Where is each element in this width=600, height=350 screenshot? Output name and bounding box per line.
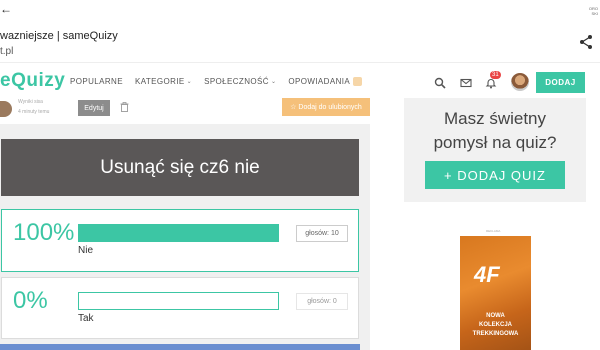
chevron-down-icon: ⌄ xyxy=(186,79,193,85)
advertisement[interactable]: 4F NOWA KOLEKCJA TREKKINGOWA xyxy=(460,236,531,350)
poll-question: Usunąć się cz6 nie xyxy=(1,139,359,196)
answer-percent: 0% xyxy=(13,287,48,314)
nav-item-kategorie[interactable]: KATEGORIE ⌄ xyxy=(135,77,192,86)
tab-title: wazniejsze | sameQuizy xyxy=(0,30,118,42)
quiz-meta: Wyniki sisa 4 minuty temu Edytuj ☆ Dodaj… xyxy=(0,98,370,124)
add-to-favorites-button[interactable]: ☆ Dodaj do ulubionych xyxy=(282,98,370,116)
back-icon[interactable]: ← xyxy=(0,2,12,16)
corner-logo: ORO SKI xyxy=(588,6,598,16)
edit-button[interactable]: Edytuj xyxy=(78,100,110,116)
vote-count: głosów: 10 xyxy=(296,225,348,242)
avatar[interactable] xyxy=(511,73,529,91)
nav-item-opowiadania[interactable]: OPOWIADANIA xyxy=(288,77,363,86)
mail-icon[interactable] xyxy=(460,77,472,89)
answer-percent: 100% xyxy=(13,219,75,246)
answer-progress-bar xyxy=(78,224,279,242)
page-title: Usunąć się cz6 nie xyxy=(100,156,260,178)
nav-item-popularne[interactable]: POPULARNE xyxy=(70,77,123,86)
add-button[interactable]: DODAJ xyxy=(536,72,585,93)
browser-chrome: ← ORO SKI wazniejsze | sameQuizy t.pl xyxy=(0,0,600,62)
ad-label: REKLAMA xyxy=(486,229,501,233)
main-nav: POPULARNE KATEGORIE ⌄ SPOŁECZNOŚĆ ⌄ OPOW… xyxy=(70,77,374,86)
search-icon[interactable] xyxy=(434,77,446,89)
answer-label: Nie xyxy=(78,245,94,256)
notification-count: 31 xyxy=(490,71,501,79)
page-domain: t.pl xyxy=(0,46,14,57)
trash-icon[interactable] xyxy=(120,102,129,112)
promo-text: Masz świetny pomysł na quiz? xyxy=(433,109,557,152)
next-section-strip xyxy=(0,344,360,350)
author-avatar[interactable] xyxy=(0,101,12,117)
site-header: eQuizy POPULARNE KATEGORIE ⌄ SPOŁECZNOŚĆ… xyxy=(0,62,600,102)
vote-count: głosów: 0 xyxy=(296,293,348,310)
post-time: 4 minuty temu xyxy=(18,109,50,115)
ad-text: NOWA KOLEKCJA TREKKINGOWA xyxy=(472,313,519,337)
add-quiz-button[interactable]: + DODAJ QUIZ xyxy=(425,161,565,189)
ad-brand-logo: 4F xyxy=(474,262,500,287)
chevron-down-icon: ⌄ xyxy=(270,79,277,85)
site-logo[interactable]: eQuizy xyxy=(0,70,65,92)
poll-answer-nie[interactable]: 100% głosów: 10 Nie xyxy=(1,209,359,272)
progress-fill xyxy=(79,225,278,241)
new-badge-icon xyxy=(353,77,363,86)
answer-label: Tak xyxy=(78,313,94,324)
promo-card: Masz świetny pomysł na quiz? + DODAJ QUI… xyxy=(404,98,586,202)
answer-progress-bar xyxy=(78,292,279,310)
poll-answer-tak[interactable]: 0% głosów: 0 Tak xyxy=(1,277,359,339)
nav-item-spolecznosc[interactable]: SPOŁECZNOŚĆ ⌄ xyxy=(204,77,276,86)
author-name[interactable]: Wyniki sisa xyxy=(18,99,43,105)
share-icon[interactable] xyxy=(578,34,594,50)
